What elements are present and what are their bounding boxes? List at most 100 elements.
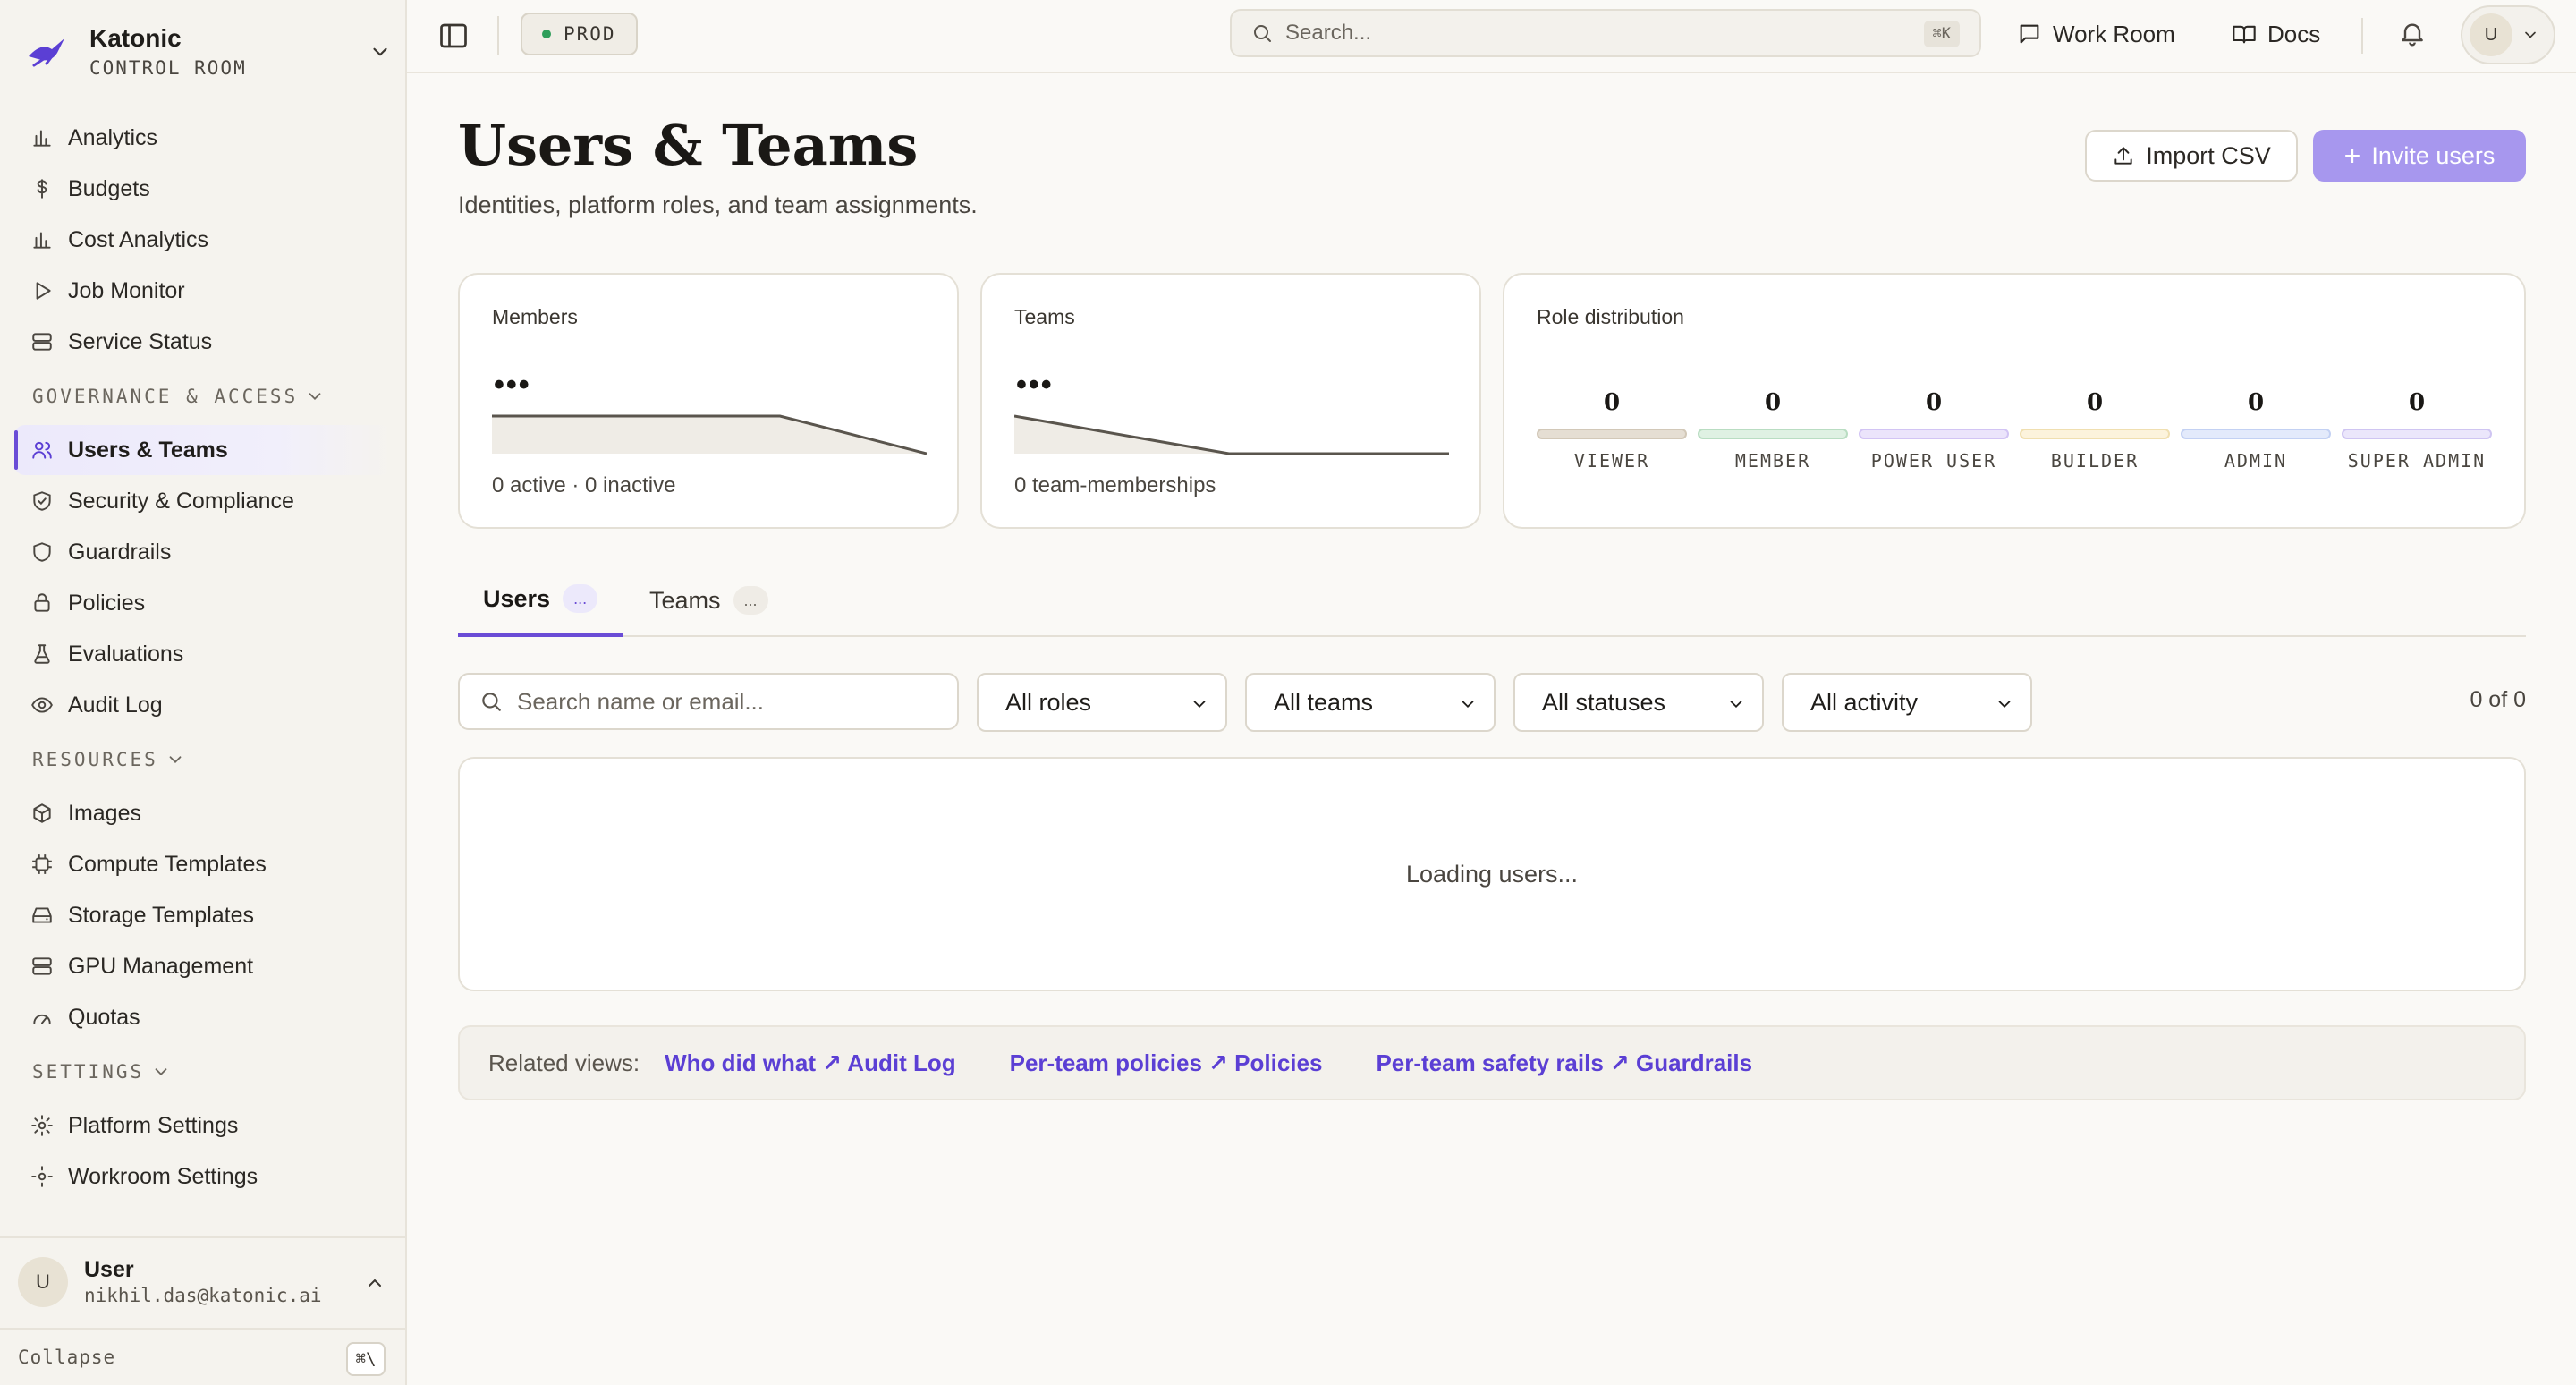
role-name: ADMIN bbox=[2224, 450, 2288, 472]
sidebar-item-label: Service Status bbox=[68, 328, 213, 354]
sidebar-item-storage-templates[interactable]: Storage Templates bbox=[14, 890, 392, 940]
environment-label: PROD bbox=[564, 23, 616, 45]
role-count: 0 bbox=[1764, 389, 1782, 416]
import-csv-button[interactable]: Import CSV bbox=[2085, 130, 2298, 182]
search-placeholder: Search... bbox=[1285, 21, 1372, 45]
sidebar-item-compute-templates[interactable]: Compute Templates bbox=[14, 839, 392, 889]
members-sparkline bbox=[492, 414, 927, 455]
sidebar-item-audit-log[interactable]: Audit Log bbox=[14, 680, 392, 730]
collapse-label: Collapse bbox=[18, 1347, 116, 1368]
section-title: SETTINGS bbox=[32, 1061, 145, 1083]
workspace-switcher[interactable]: Katonic CONTROL ROOM bbox=[25, 20, 392, 84]
environment-badge[interactable]: PROD bbox=[521, 13, 638, 55]
tab-label: Teams bbox=[649, 586, 721, 614]
sidebar-item-policies[interactable]: Policies bbox=[14, 578, 392, 628]
sidebar-item-evaluations[interactable]: Evaluations bbox=[14, 629, 392, 679]
chevron-down-icon bbox=[1730, 701, 1742, 709]
hard-drive-icon bbox=[32, 907, 52, 923]
tab-count-badge: ... bbox=[733, 586, 768, 615]
upload-icon bbox=[2114, 147, 2132, 165]
team-filter-select[interactable]: All teams bbox=[1245, 673, 1496, 732]
role-bar bbox=[2181, 429, 2331, 439]
bell-icon[interactable] bbox=[2398, 18, 2427, 48]
section-resources[interactable]: RESOURCES bbox=[14, 731, 392, 788]
sidebar-item-images[interactable]: Images bbox=[14, 788, 392, 838]
sidebar-item-workroom-settings[interactable]: Workroom Settings bbox=[14, 1151, 392, 1202]
invite-users-button[interactable]: + Invite users bbox=[2313, 130, 2526, 182]
sidebar-toggle-icon[interactable] bbox=[437, 20, 470, 52]
shield-icon bbox=[33, 542, 51, 562]
chevron-down-icon bbox=[155, 1068, 167, 1076]
flask-icon bbox=[34, 644, 50, 664]
user-menu[interactable]: U User nikhil.das@katonic.ai bbox=[0, 1236, 405, 1326]
sidebar-item-job-monitor[interactable]: Job Monitor bbox=[14, 266, 392, 316]
role-admin: 0 ADMIN bbox=[2181, 389, 2331, 472]
role-bar bbox=[1859, 429, 2009, 439]
tab-users[interactable]: Users ... bbox=[458, 564, 623, 637]
global-search-input[interactable]: Search... ⌘K bbox=[1230, 9, 1981, 57]
sidebar-item-quotas[interactable]: Quotas bbox=[14, 992, 392, 1042]
chevron-up-icon bbox=[369, 1279, 381, 1287]
teams-card: Teams ••• 0 team-memberships bbox=[980, 273, 1481, 529]
role-power-user: 0 POWER USER bbox=[1859, 389, 2009, 472]
related-views: Related views: Who did what ↗ Audit Log … bbox=[458, 1025, 2526, 1100]
sidebar-item-label: Platform Settings bbox=[68, 1112, 239, 1138]
avatar: U bbox=[2470, 13, 2512, 56]
search-icon bbox=[1254, 25, 1271, 42]
shield-check-icon bbox=[33, 491, 51, 511]
avatar: U bbox=[18, 1257, 68, 1307]
tab-teams[interactable]: Teams ... bbox=[624, 564, 793, 637]
sidebar-item-label: Security & Compliance bbox=[68, 488, 294, 514]
related-link-guardrails[interactable]: Per-team safety rails ↗ Guardrails bbox=[1376, 1049, 1752, 1077]
gear-icon bbox=[31, 1166, 53, 1187]
sidebar-item-label: Audit Log bbox=[68, 692, 163, 718]
role-list: 0 VIEWER 0 MEMBER 0 POWER USER 0 BUILDER… bbox=[1537, 389, 2503, 472]
section-title: GOVERNANCE & ACCESS bbox=[32, 386, 299, 407]
bar-chart-icon bbox=[33, 130, 51, 147]
sidebar-item-label: Storage Templates bbox=[68, 902, 254, 928]
teams-footer: 0 team-memberships bbox=[1014, 473, 1216, 497]
sidebar-item-gpu-management[interactable]: GPU Management bbox=[14, 941, 392, 991]
select-value: All statuses bbox=[1542, 688, 1666, 716]
sidebar-item-platform-settings[interactable]: Platform Settings bbox=[14, 1100, 392, 1151]
docs-link[interactable]: Docs bbox=[2232, 16, 2320, 52]
tab-label: Users bbox=[483, 584, 551, 612]
search-shortcut: ⌘K bbox=[1923, 21, 1960, 47]
users-icon bbox=[32, 441, 52, 459]
chevron-down-icon bbox=[1462, 701, 1474, 709]
status-filter-select[interactable]: All statuses bbox=[1513, 673, 1764, 732]
related-link-audit-log[interactable]: Who did what ↗ Audit Log bbox=[665, 1049, 956, 1077]
role-viewer: 0 VIEWER bbox=[1537, 389, 1687, 472]
sidebar-item-users-teams[interactable]: Users & Teams bbox=[14, 425, 392, 475]
work-room-link[interactable]: Work Room bbox=[2017, 16, 2175, 52]
sidebar-item-service-status[interactable]: Service Status bbox=[14, 317, 392, 367]
section-governance[interactable]: GOVERNANCE & ACCESS bbox=[14, 368, 392, 425]
role-builder: 0 BUILDER bbox=[2020, 389, 2170, 472]
sidebar-item-cost-analytics[interactable]: Cost Analytics bbox=[14, 215, 392, 265]
section-settings[interactable]: SETTINGS bbox=[14, 1043, 392, 1100]
activity-filter-select[interactable]: All activity bbox=[1782, 673, 2032, 732]
collapse-sidebar-button[interactable]: Collapse ⌘\ bbox=[0, 1328, 405, 1385]
user-name: User bbox=[84, 1257, 134, 1282]
result-count: 0 of 0 bbox=[2470, 687, 2526, 712]
cpu-icon bbox=[32, 854, 52, 874]
role-count: 0 bbox=[2086, 389, 2104, 416]
sidebar-item-analytics[interactable]: Analytics bbox=[14, 113, 392, 163]
related-label: Related views: bbox=[488, 1049, 640, 1076]
sidebar-item-budgets[interactable]: Budgets bbox=[14, 164, 392, 214]
sidebar-item-label: Job Monitor bbox=[68, 277, 185, 303]
search-icon bbox=[482, 692, 501, 711]
user-search-input[interactable]: Search name or email... bbox=[458, 673, 959, 730]
role-filter-select[interactable]: All roles bbox=[977, 673, 1227, 732]
topbar: PROD Search... ⌘K Work Room Docs U bbox=[407, 0, 2576, 73]
page-subtitle: Identities, platform roles, and team ass… bbox=[458, 191, 978, 218]
sidebar-item-label: Workroom Settings bbox=[68, 1163, 258, 1189]
package-icon bbox=[33, 803, 51, 823]
role-count: 0 bbox=[1603, 389, 1621, 416]
sidebar-item-security-compliance[interactable]: Security & Compliance bbox=[14, 476, 392, 526]
account-menu-button[interactable]: U bbox=[2461, 5, 2555, 64]
related-link-policies[interactable]: Per-team policies ↗ Policies bbox=[1010, 1049, 1323, 1077]
sidebar-item-guardrails[interactable]: Guardrails bbox=[14, 527, 392, 577]
chevron-down-icon bbox=[373, 47, 387, 56]
role-distribution-card: Role distribution 0 VIEWER 0 MEMBER 0 PO… bbox=[1503, 273, 2526, 529]
